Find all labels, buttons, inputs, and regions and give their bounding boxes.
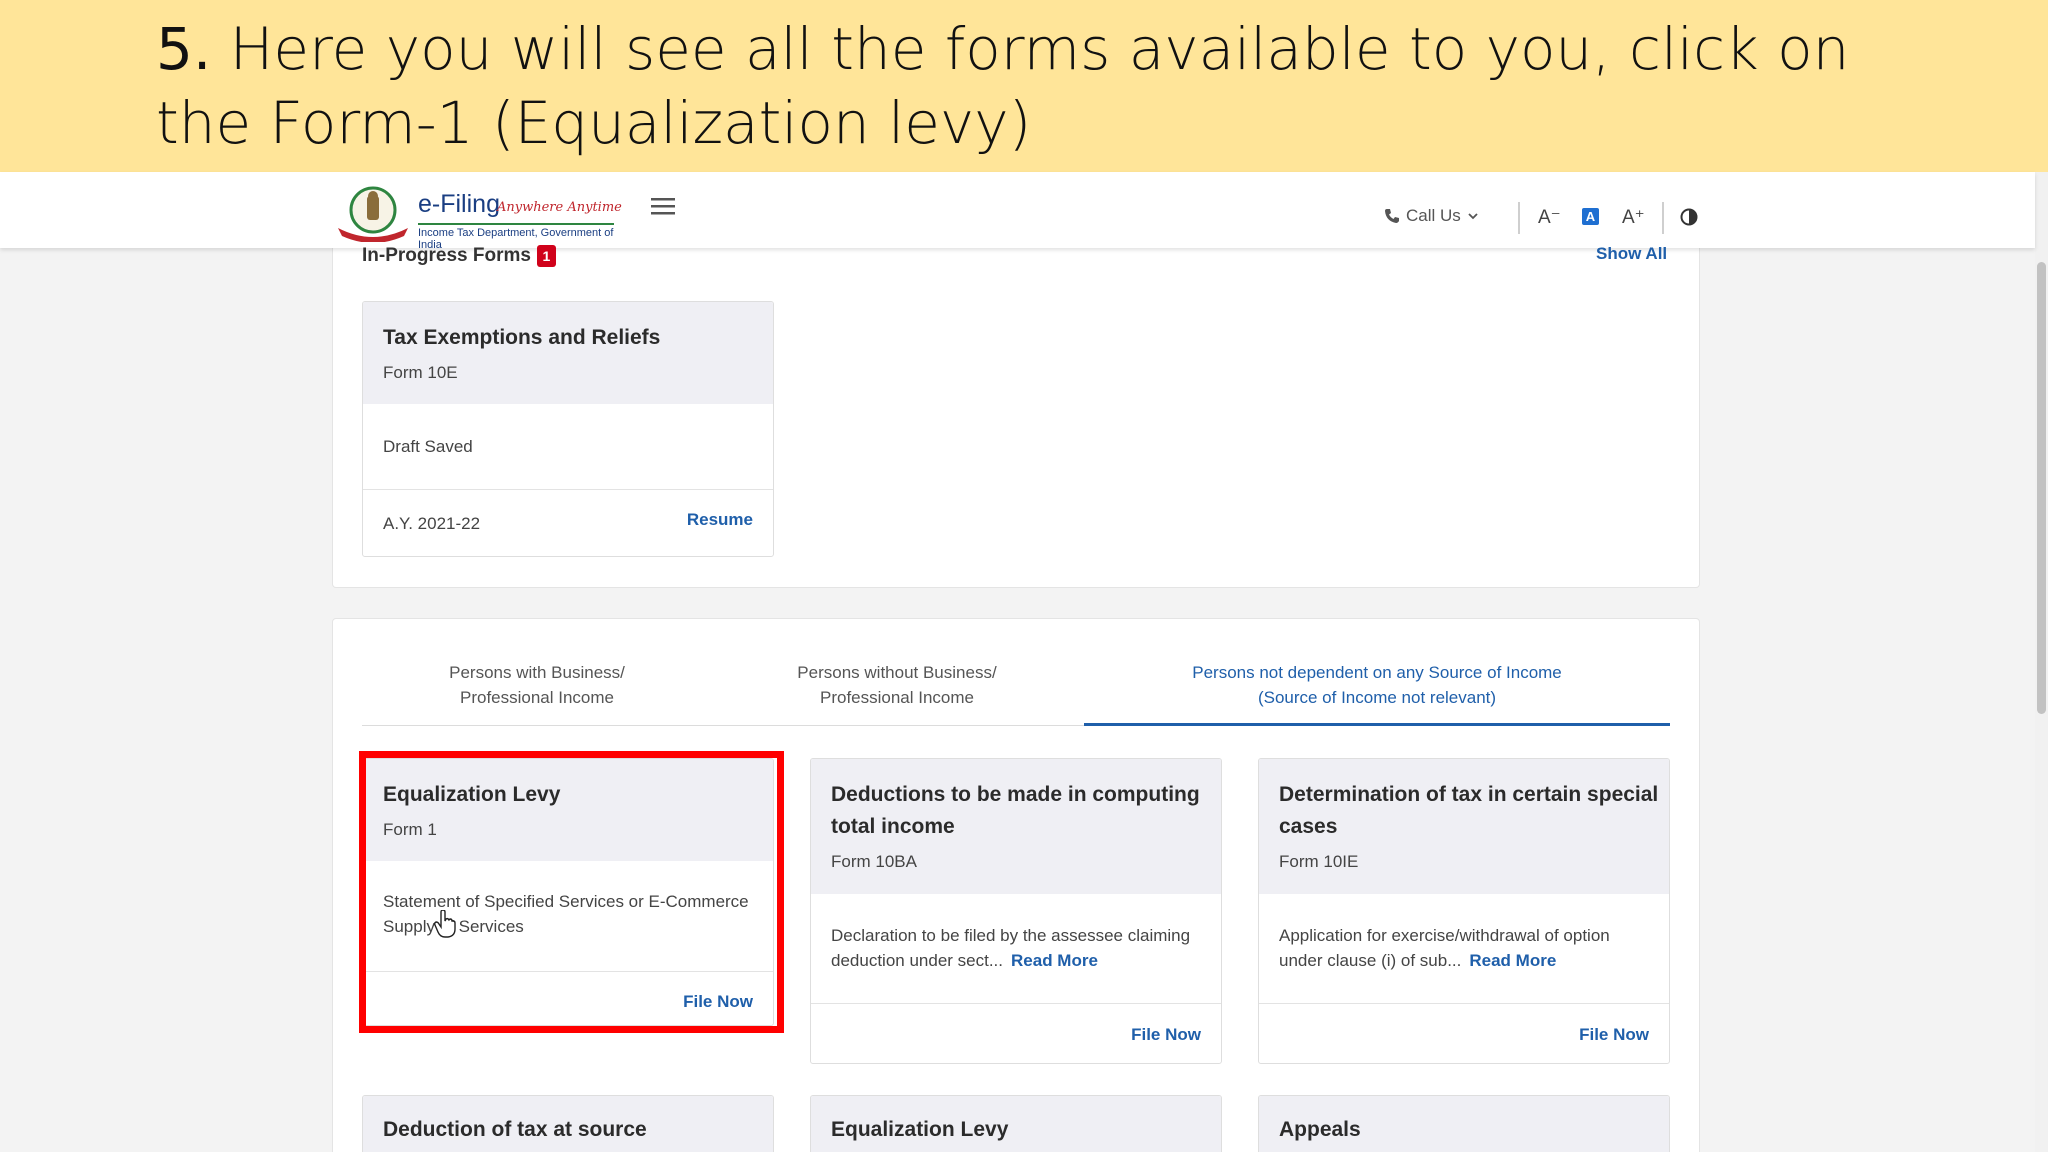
tab-without-business-income[interactable]: Persons without Business/ Professional I… bbox=[752, 660, 1042, 710]
in-progress-form-card: Tax Exemptions and Reliefs Form 10E Draf… bbox=[362, 301, 774, 557]
read-more-link[interactable]: Read More bbox=[1011, 951, 1098, 970]
card-description: Declaration to be filed by the assessee … bbox=[831, 923, 1201, 973]
card-divider bbox=[363, 971, 773, 972]
card-title: Equalization Levy bbox=[383, 783, 561, 806]
card-assessment-year: A.Y. 2021-22 bbox=[383, 514, 481, 533]
form-card-appeals[interactable]: Appeals bbox=[1258, 1095, 1670, 1152]
call-us-dropdown[interactable]: Call Us bbox=[1384, 206, 1479, 226]
card-form-number: Form 1 bbox=[383, 820, 437, 839]
show-all-link[interactable]: Show All bbox=[1596, 244, 1667, 264]
card-title: Tax Exemptions and Reliefs bbox=[383, 326, 661, 349]
tab-label-line2: Professional Income bbox=[459, 688, 615, 707]
card-title-line2: cases bbox=[1279, 815, 1338, 838]
instruction-body: Here you will see all the forms availabl… bbox=[156, 15, 1850, 157]
card-status: Draft Saved bbox=[383, 437, 473, 456]
file-now-button[interactable]: File Now bbox=[683, 992, 753, 1012]
active-tab-indicator bbox=[1084, 723, 1670, 726]
tab-label-line1: Persons not dependent on any Source of I… bbox=[1192, 663, 1562, 682]
chevron-down-icon bbox=[1468, 213, 1478, 220]
card-description-text: Application for exercise/withdrawal of o… bbox=[1279, 926, 1610, 970]
card-title-line1: Deductions to be made in computing bbox=[831, 783, 1200, 806]
font-increase-button[interactable]: A⁺ bbox=[1622, 206, 1645, 229]
card-title: Determination of tax in certain special … bbox=[1279, 779, 1658, 843]
card-title: Deductions to be made in computing total… bbox=[831, 779, 1200, 843]
card-title: Deduction of tax at source bbox=[383, 1118, 647, 1141]
logo-tagline: Anywhere Anytime bbox=[497, 200, 622, 215]
call-us-label: Call Us bbox=[1406, 206, 1461, 225]
in-progress-count-badge: 1 bbox=[536, 245, 556, 267]
form-card-form-10ie[interactable]: Determination of tax in certain special … bbox=[1258, 758, 1670, 1064]
contrast-toggle-icon[interactable] bbox=[1680, 208, 1698, 226]
form-card-form-10ba[interactable]: Deductions to be made in computing total… bbox=[810, 758, 1222, 1064]
instruction-text: 5. Here you will see all the forms avail… bbox=[156, 12, 1956, 160]
card-form-number: Form 10BA bbox=[831, 852, 917, 871]
font-normal-button[interactable]: A bbox=[1582, 208, 1599, 225]
tab-label-line1: Persons with Business/ bbox=[449, 663, 625, 682]
card-divider bbox=[1259, 1003, 1669, 1004]
in-progress-heading: In-Progress Forms 1 bbox=[362, 245, 556, 267]
read-more-link[interactable]: Read More bbox=[1469, 951, 1556, 970]
tab-label-line2: Professional Income bbox=[819, 688, 975, 707]
file-now-button[interactable]: File Now bbox=[1579, 1025, 1649, 1045]
form-card-deduction-of-tax-at-source[interactable]: Deduction of tax at source bbox=[362, 1095, 774, 1152]
instruction-banner: 5. Here you will see all the forms avail… bbox=[0, 0, 2048, 172]
card-title-line1: Determination of tax in certain special bbox=[1279, 783, 1659, 806]
card-title-line2: total income bbox=[831, 815, 955, 838]
logo-title[interactable]: e-Filing bbox=[418, 190, 500, 219]
card-divider bbox=[811, 1003, 1221, 1004]
tab-business-income[interactable]: Persons with Business/ Professional Inco… bbox=[392, 660, 682, 710]
card-form-number: Form 10E bbox=[383, 363, 458, 382]
in-progress-label: In-Progress Forms bbox=[362, 245, 531, 266]
app-header: e-Filing Anywhere Anytime Income Tax Dep… bbox=[0, 172, 2035, 251]
tab-label-line1: Persons without Business/ bbox=[797, 663, 997, 682]
form-card-equalization-levy-2[interactable]: Equalization Levy bbox=[810, 1095, 1222, 1152]
card-title: Appeals bbox=[1279, 1118, 1361, 1141]
hamburger-menu-icon[interactable] bbox=[650, 196, 676, 216]
card-form-number: Form 10IE bbox=[1279, 852, 1359, 871]
card-divider bbox=[363, 489, 773, 490]
card-description: Application for exercise/withdrawal of o… bbox=[1279, 923, 1649, 973]
file-now-button[interactable]: File Now bbox=[1131, 1025, 1201, 1045]
header-divider bbox=[1518, 202, 1520, 234]
resume-button[interactable]: Resume bbox=[687, 510, 753, 530]
tab-no-source-of-income[interactable]: Persons not dependent on any Source of I… bbox=[1104, 660, 1650, 710]
card-title: Equalization Levy bbox=[831, 1118, 1009, 1141]
hand-cursor-icon bbox=[434, 910, 456, 938]
form-card-equalization-levy[interactable]: Equalization Levy Form 1 Statement of Sp… bbox=[362, 758, 774, 1026]
font-decrease-button[interactable]: A⁻ bbox=[1538, 206, 1561, 229]
header-divider bbox=[1662, 202, 1664, 234]
phone-icon bbox=[1385, 209, 1399, 223]
instruction-step: 5. bbox=[156, 15, 212, 83]
page-scrollbar-thumb[interactable] bbox=[2037, 262, 2046, 714]
emblem-logo-icon bbox=[338, 186, 408, 242]
tab-label-line2: (Source of Income not relevant) bbox=[1257, 688, 1497, 707]
